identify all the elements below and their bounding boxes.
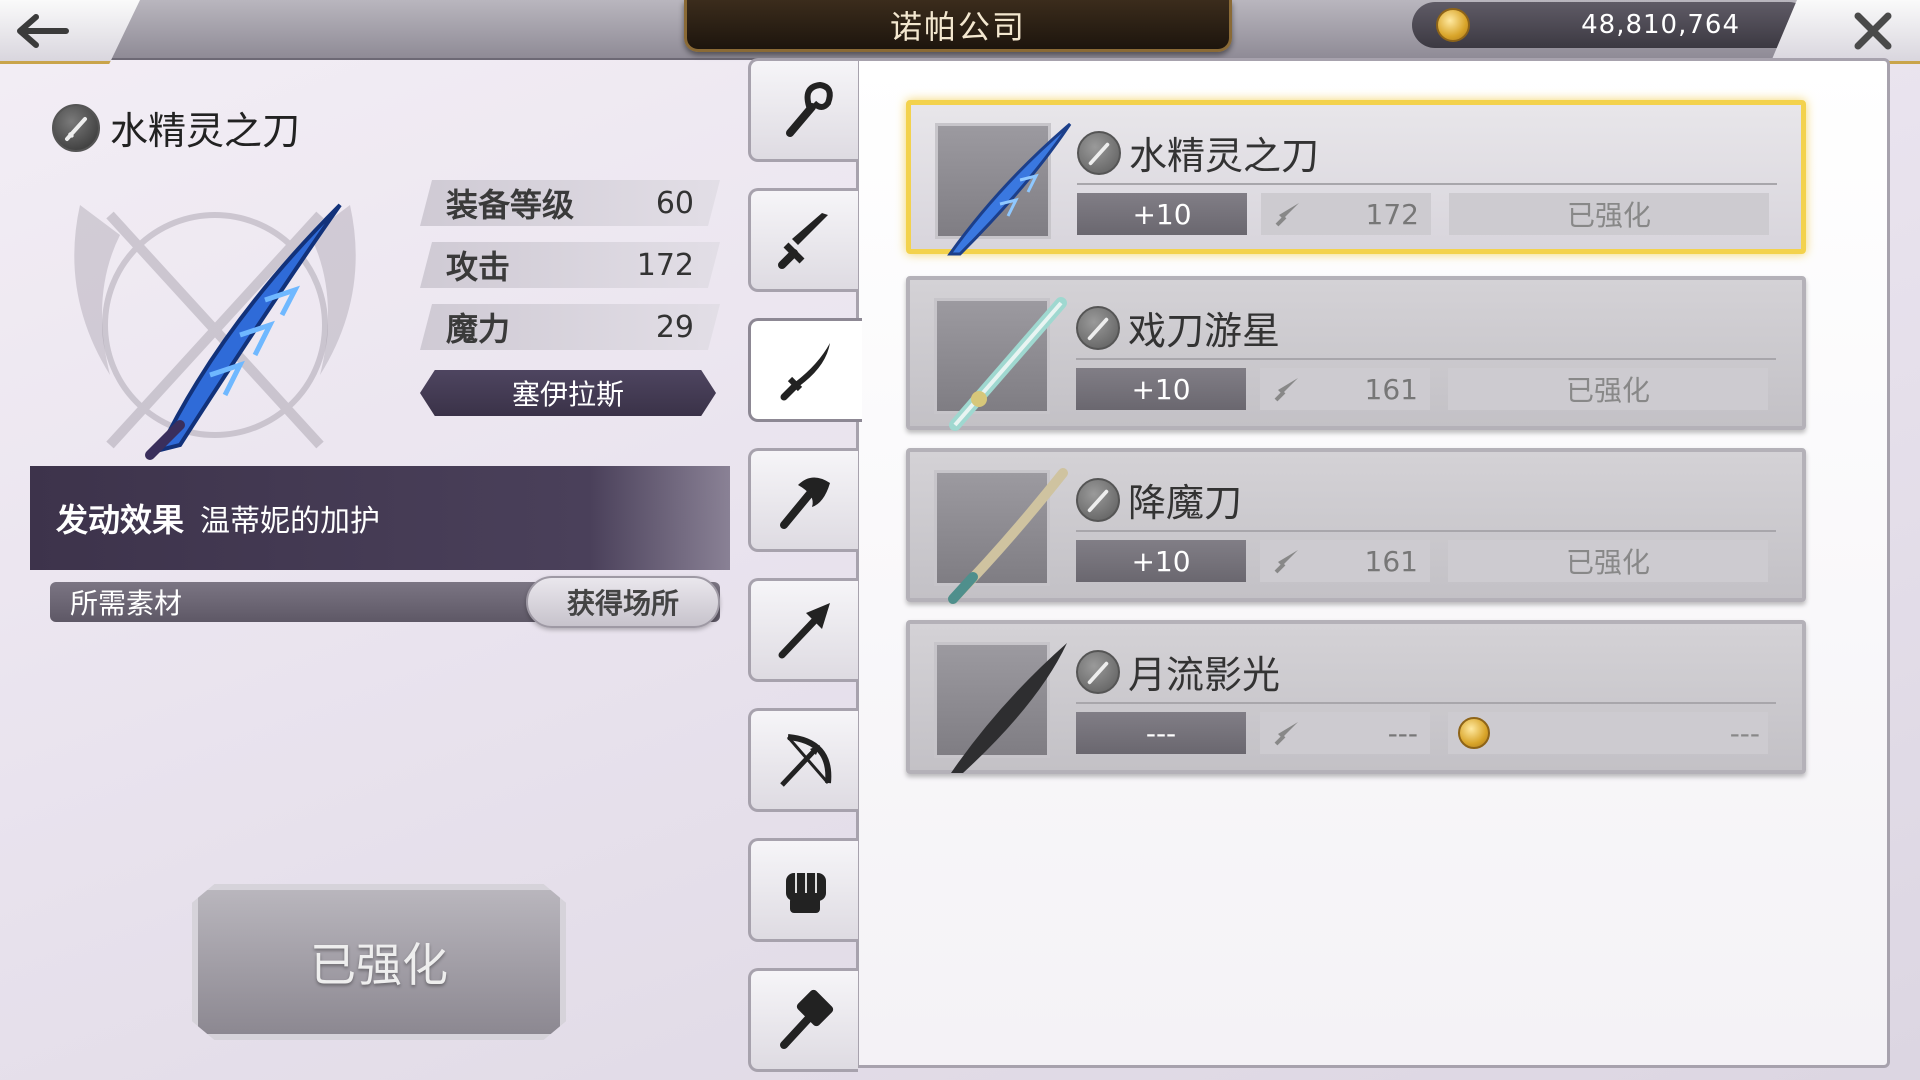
obtain-location-button[interactable]: 获得场所 [526, 576, 720, 628]
weapon-card-name: 戏刀游星 [1128, 309, 1281, 353]
tab-fist[interactable] [748, 838, 858, 942]
katana-icon [780, 343, 830, 401]
weapon-card-locked[interactable]: 月流影光 --- --- --- [906, 620, 1806, 774]
tab-spear[interactable] [748, 578, 858, 682]
stat-value: 172 [636, 247, 694, 283]
staff-icon [785, 81, 833, 137]
divider [1077, 183, 1777, 185]
enhance-level: --- [1076, 712, 1246, 754]
enhance-level: +10 [1076, 540, 1246, 582]
character-tag: 塞伊拉斯 [420, 370, 716, 416]
attack-value: 161 [1364, 372, 1418, 406]
tab-axe[interactable] [748, 448, 858, 552]
attack-sword-icon [1274, 722, 1298, 746]
stat-value: 60 [655, 185, 694, 221]
weapon-card[interactable]: 降魔刀 +10 161 已强化 [906, 448, 1806, 604]
enhance-level-value: --- [1145, 716, 1177, 750]
back-arrow-icon [17, 13, 69, 48]
enhance-status: 已强化 [1449, 193, 1769, 235]
material-label: 所需素材 [70, 587, 183, 620]
katana-type-icon [1076, 477, 1120, 522]
divider [1076, 358, 1776, 360]
hammer-icon [779, 989, 833, 1049]
stat-label: 装备等级 [446, 186, 575, 224]
stat-level: 装备等级 60 [420, 180, 720, 226]
weapon-card-name: 降魔刀 [1128, 481, 1243, 525]
attack-value: 172 [1365, 197, 1419, 231]
weapon-thumbnail-silhouette [934, 642, 1067, 773]
enhance-level-value: +10 [1131, 544, 1191, 578]
weapon-card-name: 水精灵之刀 [1129, 134, 1320, 178]
weapon-card-name-row: 月流影光 [1076, 644, 1280, 699]
weapon-thumbnail [935, 122, 1072, 256]
weapon-card[interactable]: 戏刀游星 +10 161 已强化 [906, 276, 1806, 431]
katana-type-icon [52, 103, 100, 152]
effect-label: 发动效果 [56, 501, 185, 539]
coin-amount: 48,810,764 [1581, 10, 1740, 40]
price-box: --- [1448, 712, 1768, 754]
stat-magic: 魔力 29 [420, 304, 720, 350]
katana-type-icon [1076, 305, 1120, 350]
tab-bow[interactable] [748, 708, 858, 812]
tab-katana[interactable] [748, 318, 862, 422]
attack-stat: --- [1260, 712, 1430, 754]
character-name: 塞伊拉斯 [511, 378, 624, 411]
axe-icon [779, 477, 830, 529]
enhance-status: 已强化 [1448, 540, 1768, 582]
attack-stat: 172 [1261, 193, 1431, 235]
weapon-thumbnail [934, 297, 1067, 431]
enhance-status-label: 已强化 [1565, 546, 1650, 579]
weapon-title: 水精灵之刀 [52, 100, 300, 155]
katana-type-icon [1077, 130, 1121, 175]
attack-value: --- [1387, 716, 1418, 750]
weapon-emblem-image [74, 203, 356, 460]
sword-icon [777, 213, 828, 269]
weapon-thumbnail [934, 468, 1068, 604]
attack-value: 161 [1364, 544, 1418, 578]
katana-type-icon [1076, 649, 1120, 694]
effect-bar: 发动效果 温蒂妮的加护 [30, 466, 730, 570]
weapon-name: 水精灵之刀 [110, 109, 301, 153]
weapon-card-name-row: 水精灵之刀 [1077, 125, 1319, 180]
effect-value: 温蒂妮的加护 [200, 504, 381, 539]
attack-stat: 161 [1260, 540, 1430, 582]
coin-icon [1436, 8, 1470, 42]
enhance-level: +10 [1076, 368, 1246, 410]
price-value: --- [1729, 716, 1760, 750]
close-icon [1854, 12, 1892, 49]
spear-icon [778, 603, 830, 659]
enhance-level-value: +10 [1131, 372, 1191, 406]
attack-sword-icon [1275, 203, 1299, 227]
obtain-location-label: 获得场所 [566, 587, 679, 620]
tab-sword[interactable] [748, 188, 858, 292]
enhance-button-label: 已强化 [310, 938, 448, 992]
divider [1076, 530, 1776, 532]
enhance-level: +10 [1077, 193, 1247, 235]
tab-staff[interactable] [748, 58, 858, 162]
stat-label: 魔力 [446, 310, 511, 348]
enhance-status: 已强化 [1448, 368, 1768, 410]
weapon-card-name-row: 戏刀游星 [1076, 300, 1280, 355]
enhance-level-value: +10 [1132, 197, 1192, 231]
weapon-card-name: 月流影光 [1128, 653, 1281, 697]
weapon-card-name-row: 降魔刀 [1076, 472, 1242, 527]
divider [1076, 702, 1776, 704]
attack-sword-icon [1274, 378, 1298, 402]
bow-icon [779, 734, 831, 787]
attack-sword-icon [1274, 550, 1298, 574]
stat-attack: 攻击 172 [420, 242, 720, 288]
fist-icon [785, 873, 826, 913]
stat-label: 攻击 [446, 248, 511, 286]
enhance-status-label: 已强化 [1566, 199, 1651, 232]
coin-icon [1458, 717, 1490, 749]
shop-title-plate: 诺帕公司 [684, 0, 1232, 52]
stat-value: 29 [655, 309, 694, 345]
enhance-button[interactable]: 已强化 [192, 884, 566, 1040]
enhance-status-label: 已强化 [1565, 374, 1650, 407]
coin-balance: 48,810,764 [1412, 2, 1812, 48]
tab-hammer[interactable] [748, 968, 858, 1072]
attack-stat: 161 [1260, 368, 1430, 410]
weapon-card[interactable]: 水精灵之刀 +10 172 已强化 [906, 100, 1806, 256]
shop-title: 诺帕公司 [889, 7, 1026, 46]
